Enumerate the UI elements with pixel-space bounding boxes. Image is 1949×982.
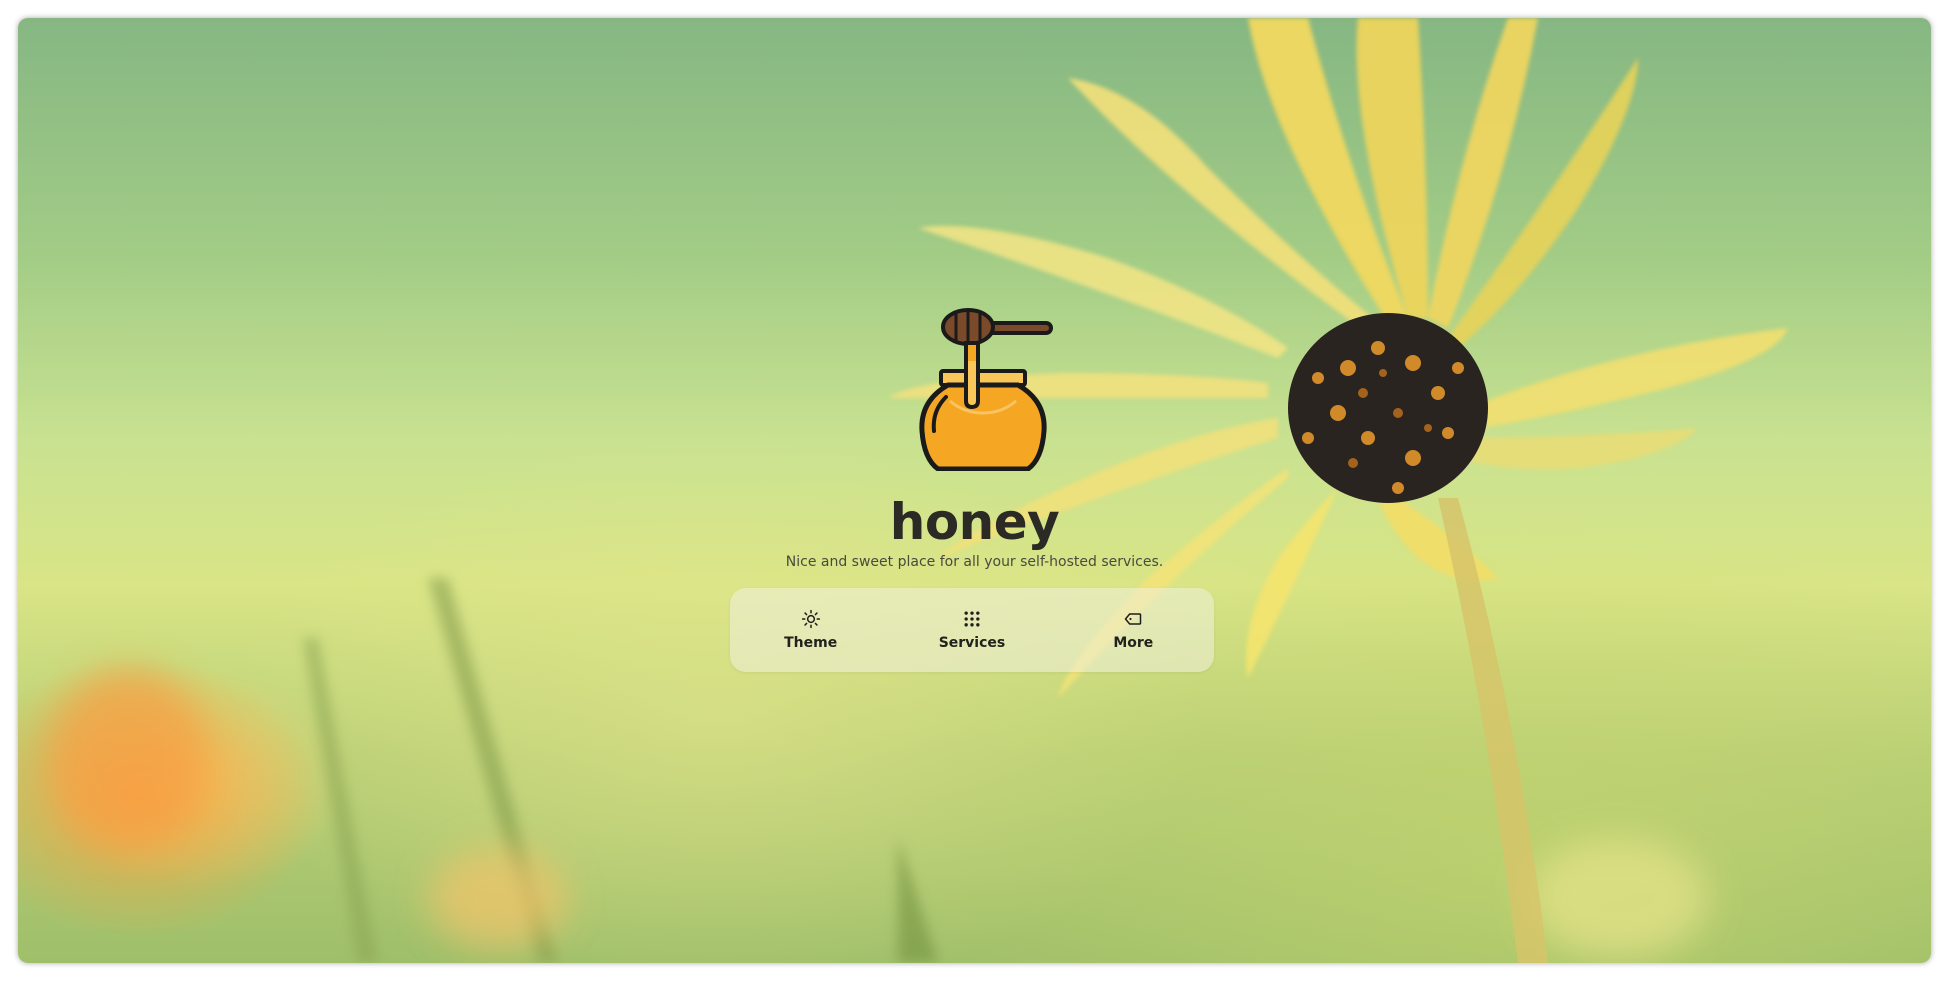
app-subtitle: Nice and sweet place for all your self-h… <box>785 554 1164 570</box>
services-button-label: Services <box>938 635 1006 651</box>
theme-button-label: Theme <box>784 635 838 651</box>
tag-icon <box>1125 613 1142 625</box>
more-button-label: More <box>1113 635 1154 651</box>
app-title: honey <box>889 493 1060 551</box>
main-toolbar: Theme Services More <box>730 588 1214 672</box>
main-content: honey Nice and sweet place for all your … <box>18 18 1931 963</box>
sun-icon <box>801 609 820 629</box>
theme-button[interactable]: Theme <box>756 595 866 665</box>
services-button[interactable]: Services <box>917 595 1027 665</box>
app-window: honey Nice and sweet place for all your … <box>18 18 1931 963</box>
more-button[interactable]: More <box>1078 595 1188 665</box>
grid-dots-icon <box>964 611 980 627</box>
honey-pot-icon <box>919 308 1053 471</box>
